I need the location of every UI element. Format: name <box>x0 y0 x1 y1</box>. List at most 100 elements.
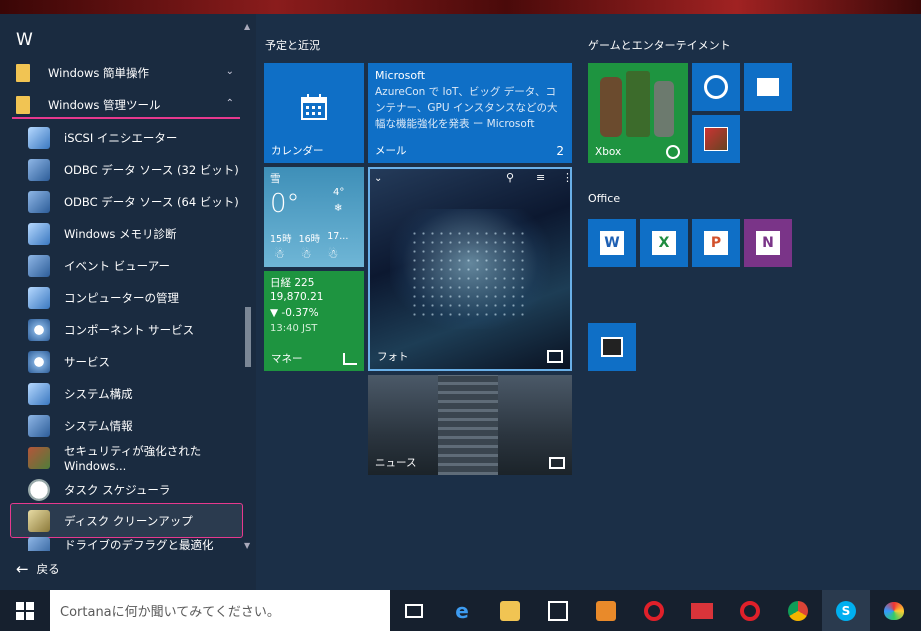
list-item-odbc32[interactable]: ODBC データ ソース (32 ビット) <box>12 155 240 185</box>
edge-button[interactable]: e <box>438 590 486 631</box>
list-item-odbc64[interactable]: ODBC データ ソース (64 ビット) <box>12 187 240 217</box>
list-item-label: ODBC データ ソース (32 ビット) <box>64 163 239 177</box>
xbox-tile[interactable]: Xbox <box>588 63 688 163</box>
list-item-iscsi[interactable]: iSCSI イニシエーター <box>12 123 240 153</box>
list-item-defrag[interactable]: ドライブのデフラグと最適化 <box>12 537 240 551</box>
excel-icon: X <box>652 231 676 255</box>
camera-icon <box>601 337 623 357</box>
group-windows-accessibility[interactable]: Windows 簡単操作 ⌄ <box>12 58 240 88</box>
group-label: Windows 管理ツール <box>48 98 161 112</box>
avatar-icon <box>600 77 622 137</box>
search-placeholder: Cortanaに何か聞いてみてください。 <box>60 605 280 620</box>
list-item-memory-diagnostic[interactable]: Windows メモリ診断 <box>12 219 240 249</box>
list-item-label: Windows メモリ診断 <box>64 227 177 241</box>
onenote-tile[interactable]: N <box>744 219 792 267</box>
weather-tile[interactable]: 雪 0° 4° ❄ 15時 16時 17... ☃☃☃ <box>264 167 364 267</box>
task-view-button[interactable] <box>390 590 438 631</box>
chevron-down-icon: ⌄ <box>225 66 234 77</box>
list-item-system-configuration[interactable]: システム構成 <box>12 379 240 409</box>
list-item-computer-management[interactable]: コンピューターの管理 <box>12 283 240 313</box>
group-windows-admin-tools[interactable]: Windows 管理ツール ⌃ <box>12 90 240 120</box>
media-app-button[interactable] <box>582 590 630 631</box>
snowman-icon: ☃☃☃ <box>274 247 355 261</box>
forecast-hour: 15時 <box>270 234 292 245</box>
weather-condition: 雪 <box>270 173 281 185</box>
iscsi-icon <box>28 127 50 149</box>
folder-icon <box>12 94 34 116</box>
store-button[interactable] <box>534 590 582 631</box>
scroll-up-icon[interactable]: ▲ <box>244 22 250 31</box>
excel-tile[interactable]: X <box>640 219 688 267</box>
start-button[interactable] <box>0 590 50 631</box>
computer-management-icon <box>28 287 50 309</box>
store-icon <box>548 600 568 621</box>
photos-tile[interactable]: ⌄ ⚲ ≡ ⋮ フォト <box>368 167 572 371</box>
file-explorer-button[interactable] <box>486 590 534 631</box>
start-menu: W Windows 簡単操作 ⌄ Windows 管理ツール ⌃ iSCSI イ… <box>0 14 921 590</box>
list-item-event-viewer[interactable]: イベント ビューアー <box>12 251 240 281</box>
scroll-down-icon[interactable]: ▼ <box>244 541 250 550</box>
task-view-icon <box>405 603 423 618</box>
mail-envelope-icon <box>691 602 713 619</box>
skype-icon: S <box>836 600 856 621</box>
list-item-label: ODBC データ ソース (64 ビット) <box>64 195 239 209</box>
news-tile[interactable]: ニュース <box>368 375 572 475</box>
word-tile[interactable]: W <box>588 219 636 267</box>
app-list: W Windows 簡単操作 ⌄ Windows 管理ツール ⌃ iSCSI イ… <box>0 14 256 590</box>
edge-icon: e <box>455 598 469 623</box>
list-item-component-services[interactable]: コンポーネント サービス <box>12 315 240 345</box>
mail-tile[interactable]: Microsoft AzureCon で IoT、ビッグ データ、コンテナー、G… <box>368 63 572 163</box>
chrome-icon <box>788 600 808 621</box>
selection-underline <box>12 117 240 119</box>
tile-label: ニュース <box>375 457 417 469</box>
image-icon <box>547 350 563 363</box>
money-tile[interactable]: 日経 225 19,870.21 ▼ -0.37% 13:40 JST マネー <box>264 271 364 371</box>
component-services-icon <box>28 319 50 341</box>
calendar-tile[interactable]: カレンダー <box>264 63 364 163</box>
media-icon <box>596 600 616 621</box>
list-item-windows-firewall[interactable]: セキュリティが強化された Windows... <box>12 443 240 473</box>
list-item-disk-cleanup[interactable]: ディスク クリーンアップ <box>12 506 240 536</box>
list-letter-header[interactable]: W <box>16 30 33 50</box>
dots-icon <box>410 229 530 319</box>
camera-app-tile[interactable] <box>588 323 636 371</box>
group-title-plans[interactable]: 予定と近況 <box>265 37 320 53</box>
firewall-icon <box>28 447 50 469</box>
taskbar: Cortanaに何か聞いてみてください。 e S <box>0 590 921 631</box>
filter-icon[interactable]: ≡ <box>536 171 545 184</box>
cortana-search-box[interactable]: Cortanaに何か聞いてみてください。 <box>50 590 390 631</box>
more-icon[interactable]: ⋮ <box>562 171 570 184</box>
folder-icon <box>12 62 34 84</box>
group-title-games[interactable]: ゲームとエンターテイメント <box>588 37 731 53</box>
clapperboard-icon <box>757 78 779 96</box>
odbc-icon <box>28 159 50 181</box>
list-item-task-scheduler[interactable]: タスク スケジューラ <box>12 475 240 505</box>
app-list-scrollbar[interactable]: ▲ ▼ <box>243 22 253 550</box>
game-app-tile[interactable] <box>692 115 740 163</box>
paint-button[interactable] <box>870 590 918 631</box>
scrollbar-thumb[interactable] <box>245 307 251 367</box>
group-title-office[interactable]: Office <box>588 192 620 205</box>
tile-label: カレンダー <box>271 145 324 157</box>
movies-tv-tile[interactable] <box>744 63 792 111</box>
groove-music-tile[interactable] <box>692 63 740 111</box>
back-button[interactable]: ← 戻る <box>16 560 60 578</box>
game-character-icon <box>704 127 728 151</box>
snow-icon: ❄ <box>334 203 343 214</box>
chrome-button[interactable] <box>774 590 822 631</box>
back-label: 戻る <box>36 562 60 576</box>
list-item-services[interactable]: サービス <box>12 347 240 377</box>
group-label: Windows 簡単操作 <box>48 66 149 80</box>
list-item-system-information[interactable]: システム情報 <box>12 411 240 441</box>
opera-button[interactable] <box>630 590 678 631</box>
chevron-up-icon: ⌃ <box>225 98 234 109</box>
search-icon[interactable]: ⚲ <box>506 171 514 184</box>
building-icon <box>438 375 498 475</box>
skype-button[interactable]: S <box>822 590 870 631</box>
opera-button-2[interactable] <box>726 590 774 631</box>
forecast-hour: 16時 <box>298 234 321 245</box>
opera-icon <box>740 600 760 621</box>
chevron-down-icon[interactable]: ⌄ <box>374 173 382 184</box>
powerpoint-tile[interactable]: P <box>692 219 740 267</box>
mail-button[interactable] <box>678 590 726 631</box>
